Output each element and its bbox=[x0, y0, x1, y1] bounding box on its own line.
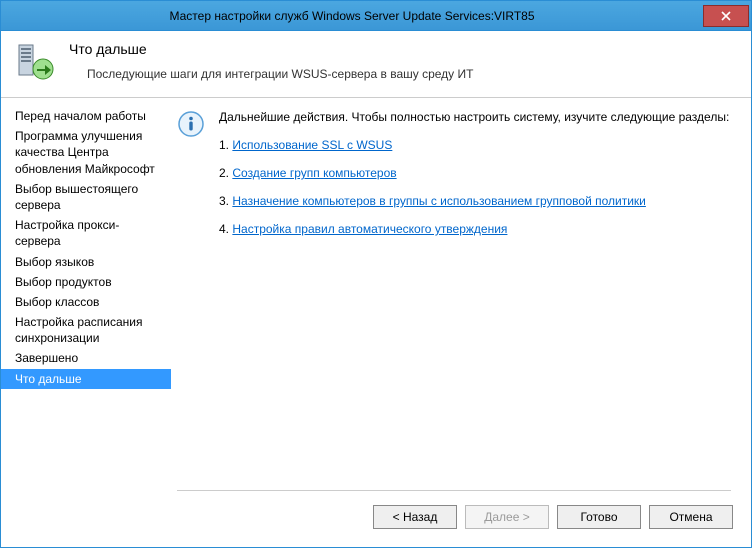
wizard-body: Перед началом работы Программа улучшения… bbox=[1, 98, 751, 505]
sidebar-step-upstream-server[interactable]: Выбор вышестоящего сервера bbox=[1, 179, 171, 215]
list-item: 2. Создание групп компьютеров bbox=[219, 164, 729, 182]
close-icon bbox=[721, 11, 731, 21]
link-create-computer-groups[interactable]: Создание групп компьютеров bbox=[232, 166, 396, 180]
titlebar: Мастер настройки служб Windows Server Up… bbox=[1, 1, 751, 31]
list-number: 1. bbox=[219, 138, 229, 152]
header-text: Что дальше Последующие шаги для интеграц… bbox=[69, 41, 473, 81]
server-update-icon bbox=[15, 41, 57, 83]
cancel-button[interactable]: Отмена bbox=[649, 505, 733, 529]
list-item: 4. Настройка правил автоматического утве… bbox=[219, 220, 729, 238]
next-button: Далее > bbox=[465, 505, 549, 529]
link-assign-computers-group-policy[interactable]: Назначение компьютеров в группы с исполь… bbox=[232, 194, 646, 208]
page-subtitle: Последующие шаги для интеграции WSUS-сер… bbox=[69, 67, 473, 81]
sidebar-step-improvement-program[interactable]: Программа улучшения качества Центра обно… bbox=[1, 126, 171, 179]
list-number: 3. bbox=[219, 194, 229, 208]
wizard-main-pane: Дальнейшие действия. Чтобы полностью нас… bbox=[171, 98, 751, 505]
info-icon bbox=[177, 110, 205, 138]
link-ssl-with-wsus[interactable]: Использование SSL с WSUS bbox=[232, 138, 392, 152]
sidebar-step-finished[interactable]: Завершено bbox=[1, 348, 171, 368]
list-number: 4. bbox=[219, 222, 229, 236]
sidebar-step-products[interactable]: Выбор продуктов bbox=[1, 272, 171, 292]
page-title: Что дальше bbox=[69, 41, 473, 57]
sidebar-step-classifications[interactable]: Выбор классов bbox=[1, 292, 171, 312]
list-number: 2. bbox=[219, 166, 229, 180]
sidebar-step-languages[interactable]: Выбор языков bbox=[1, 252, 171, 272]
list-item: 1. Использование SSL с WSUS bbox=[219, 136, 729, 154]
info-intro-text: Дальнейшие действия. Чтобы полностью нас… bbox=[219, 108, 729, 126]
sidebar-step-before-begin[interactable]: Перед началом работы bbox=[1, 106, 171, 126]
close-button[interactable] bbox=[703, 5, 749, 27]
wizard-footer: < Назад Далее > Готово Отмена bbox=[1, 505, 751, 547]
list-item: 3. Назначение компьютеров в группы с исп… bbox=[219, 192, 729, 210]
info-text: Дальнейшие действия. Чтобы полностью нас… bbox=[219, 108, 729, 248]
sidebar-step-sync-schedule[interactable]: Настройка расписания синхронизации bbox=[1, 312, 171, 348]
back-button[interactable]: < Назад bbox=[373, 505, 457, 529]
sidebar-step-proxy[interactable]: Настройка прокси-сервера bbox=[1, 215, 171, 251]
next-steps-list: 1. Использование SSL с WSUS 2. Создание … bbox=[219, 136, 729, 238]
window-title: Мастер настройки служб Windows Server Up… bbox=[1, 9, 703, 23]
footer-divider bbox=[177, 490, 731, 491]
finish-button[interactable]: Готово bbox=[557, 505, 641, 529]
wizard-header: Что дальше Последующие шаги для интеграц… bbox=[1, 31, 751, 98]
link-auto-approval-rules[interactable]: Настройка правил автоматического утвержд… bbox=[232, 222, 507, 236]
sidebar-step-whats-next[interactable]: Что дальше bbox=[1, 369, 171, 389]
button-row: < Назад Далее > Готово Отмена bbox=[1, 505, 733, 529]
wizard-window: Мастер настройки служб Windows Server Up… bbox=[0, 0, 752, 548]
info-row: Дальнейшие действия. Чтобы полностью нас… bbox=[177, 108, 731, 248]
wizard-steps-sidebar: Перед началом работы Программа улучшения… bbox=[1, 98, 171, 505]
